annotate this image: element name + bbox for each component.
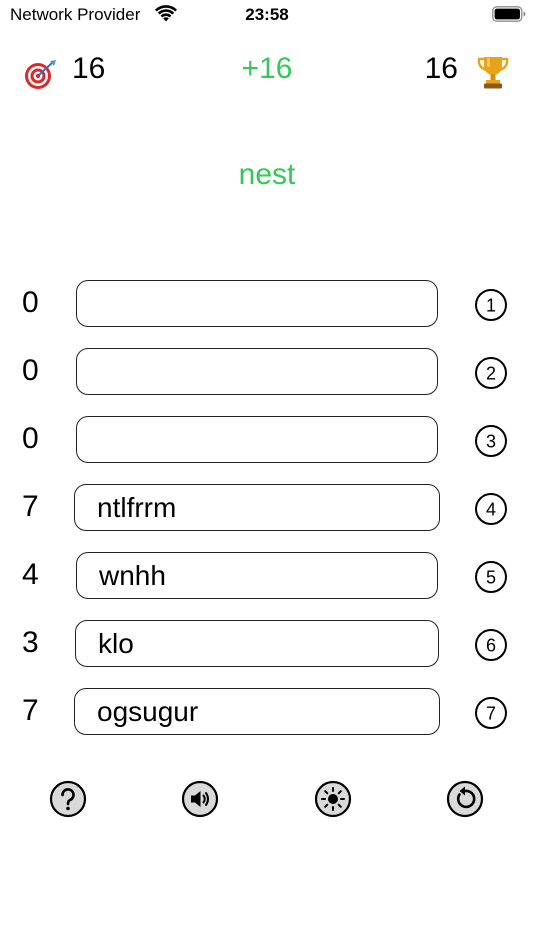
- row-count: 0: [22, 286, 39, 319]
- speaker-icon: [181, 780, 219, 818]
- guess-row-2: 0 2: [0, 348, 534, 416]
- guess-input-7[interactable]: ogsugur: [74, 688, 440, 735]
- guess-rows: 0 1 0 2 0 3 7 ntlfrrm 4 4 wnhh 5 3 klo 6…: [0, 280, 534, 756]
- circled-number-icon: 2: [475, 357, 507, 389]
- guess-input-1[interactable]: [76, 280, 438, 327]
- trophy-icon: [477, 57, 509, 89]
- row-number: 5: [486, 568, 496, 588]
- row-count: 4: [22, 558, 39, 591]
- row-count: 0: [22, 422, 39, 455]
- circled-number-icon: 6: [475, 629, 507, 661]
- guess-row-1: 0 1: [0, 280, 534, 348]
- row-count: 0: [22, 354, 39, 387]
- circled-number-icon: 1: [475, 289, 507, 321]
- row-count: 3: [22, 626, 39, 659]
- bottom-toolbar: [0, 780, 534, 820]
- brightness-button[interactable]: [314, 780, 352, 818]
- circled-number-icon: 7: [475, 697, 507, 729]
- best-score: 16: [424, 52, 458, 85]
- guess-input-5[interactable]: wnhh: [76, 552, 438, 599]
- row-number: 3: [486, 432, 496, 452]
- status-bar: Network Provider 23:58: [0, 0, 534, 30]
- guess-row-6: 3 klo 6: [0, 620, 534, 688]
- guess-input-3[interactable]: [76, 416, 438, 463]
- guess-input-6[interactable]: klo: [75, 620, 439, 667]
- score-header: 16 +16 16: [0, 50, 534, 94]
- guess-input-4[interactable]: ntlfrrm: [74, 484, 440, 531]
- row-number: 6: [486, 636, 496, 656]
- row-count: 7: [22, 694, 39, 727]
- sun-icon: [314, 780, 352, 818]
- row-number: 2: [486, 364, 496, 384]
- target-word: nest: [238, 158, 296, 191]
- guess-row-4: 7 ntlfrrm 4: [0, 484, 534, 552]
- guess-row-7: 7 ogsugur 7: [0, 688, 534, 756]
- row-number: 4: [486, 500, 496, 520]
- circled-number-icon: 5: [475, 561, 507, 593]
- row-number: 1: [486, 296, 496, 316]
- restart-button[interactable]: [446, 780, 484, 818]
- guess-row-5: 4 wnhh 5: [0, 552, 534, 620]
- guess-input-2[interactable]: [76, 348, 438, 395]
- battery-icon: [492, 6, 526, 22]
- restart-icon: [446, 780, 484, 818]
- sound-button[interactable]: [181, 780, 219, 818]
- circled-number-icon: 4: [475, 493, 507, 525]
- circled-number-icon: 3: [475, 425, 507, 457]
- row-count: 7: [22, 490, 39, 523]
- guess-row-3: 0 3: [0, 416, 534, 484]
- help-button[interactable]: [49, 780, 87, 818]
- row-number: 7: [486, 704, 496, 724]
- question-icon: [49, 780, 87, 818]
- clock: 23:58: [245, 5, 289, 24]
